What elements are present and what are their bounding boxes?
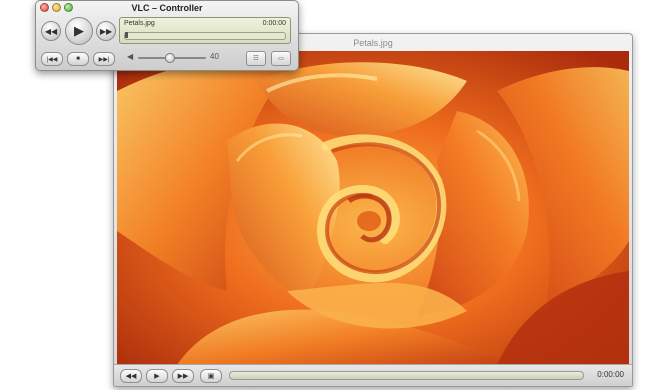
previous-icon: |◀◀ [46,56,58,63]
stop-icon: ■ [76,56,80,62]
volume-slider-knob[interactable] [164,53,175,63]
video-window: Petals.jpg ◀◀ ▶ ▶▶ ▣ 0:00:00 [113,33,633,387]
fast-forward-icon: ▶▶ [99,26,113,36]
playlist-button[interactable]: ☷ [246,51,266,66]
video-time-display: 0:00:00 [597,370,624,379]
elapsed-time: 0:00:00 [262,20,286,27]
next-icon: ▶▶| [98,56,110,63]
previous-button[interactable]: |◀◀ [41,52,63,66]
volume-speaker-icon: ◀ [127,52,134,61]
fullscreen-toggle-button[interactable]: ▭ [271,51,291,66]
play-button[interactable]: ▶ [65,17,93,45]
volume-value: 40 [210,52,219,61]
rewind-button[interactable]: ◀◀ [41,21,61,41]
video-progress-slider[interactable] [229,371,584,380]
fullscreen-icon: ▭ [278,56,284,62]
position-slider[interactable] [124,32,286,40]
video-fullscreen-button[interactable]: ▣ [200,369,222,383]
stop-button[interactable]: ■ [67,52,89,66]
video-area[interactable] [117,51,629,365]
fast-forward-icon: ▶▶ [177,373,189,380]
now-playing-filename: Petals.jpg [124,20,155,27]
video-control-bar: ◀◀ ▶ ▶▶ ▣ 0:00:00 [114,364,632,386]
playlist-icon: ☷ [253,56,259,62]
lcd-display: Petals.jpg 0:00:00 [119,17,291,44]
play-icon: ▶ [74,23,84,38]
video-rewind-button[interactable]: ◀◀ [120,369,142,383]
video-play-button[interactable]: ▶ [146,369,168,383]
rewind-icon: ◀◀ [44,26,58,36]
rose-petals-image [117,51,629,365]
fullscreen-icon: ▣ [207,373,215,380]
next-button[interactable]: ▶▶| [93,52,115,66]
video-fast-forward-button[interactable]: ▶▶ [172,369,194,383]
rewind-icon: ◀◀ [125,373,137,380]
position-slider-knob[interactable] [125,32,128,38]
controller-window: VLC – Controller ◀◀ ▶ ▶▶ Petals.jpg 0:00… [35,0,299,71]
fast-forward-button[interactable]: ▶▶ [96,21,116,41]
controller-title: VLC – Controller [131,3,203,13]
volume-slider[interactable] [138,53,206,63]
play-icon: ▶ [154,373,160,380]
